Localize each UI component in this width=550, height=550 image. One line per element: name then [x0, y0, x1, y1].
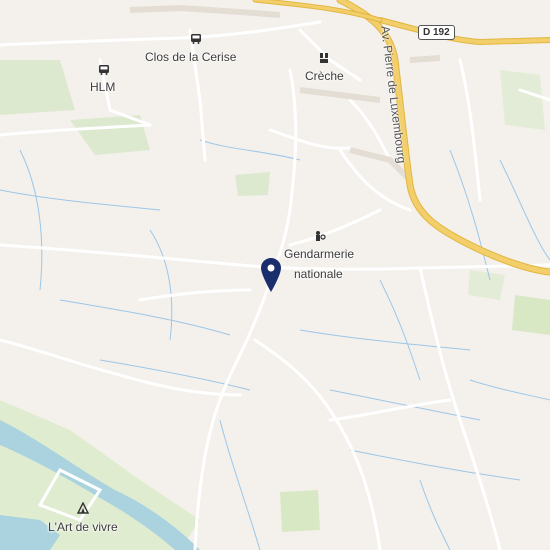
green-area — [468, 270, 505, 300]
green-area — [512, 295, 550, 335]
green-area — [500, 70, 545, 130]
place-label-creche: Crèche — [305, 69, 344, 83]
location-pin-icon[interactable] — [261, 258, 281, 292]
green-area — [280, 490, 320, 532]
map-canvas[interactable]: Clos de la Cerise HLM Crèche Gendarmerie… — [0, 0, 550, 550]
green-area — [235, 172, 270, 196]
road-shield-d192: D 192 — [418, 25, 455, 40]
place-label-gendarmerie-line1: Gendarmerie — [284, 247, 355, 261]
place-label-gendarmerie-line2: nationale — [294, 267, 343, 281]
place-label-art-de-vivre: L'Art de vivre — [48, 520, 118, 534]
place-label-hlm: HLM — [90, 80, 116, 94]
place-label-clos-de-la-cerise: Clos de la Cerise — [145, 50, 237, 64]
green-area — [0, 60, 75, 115]
